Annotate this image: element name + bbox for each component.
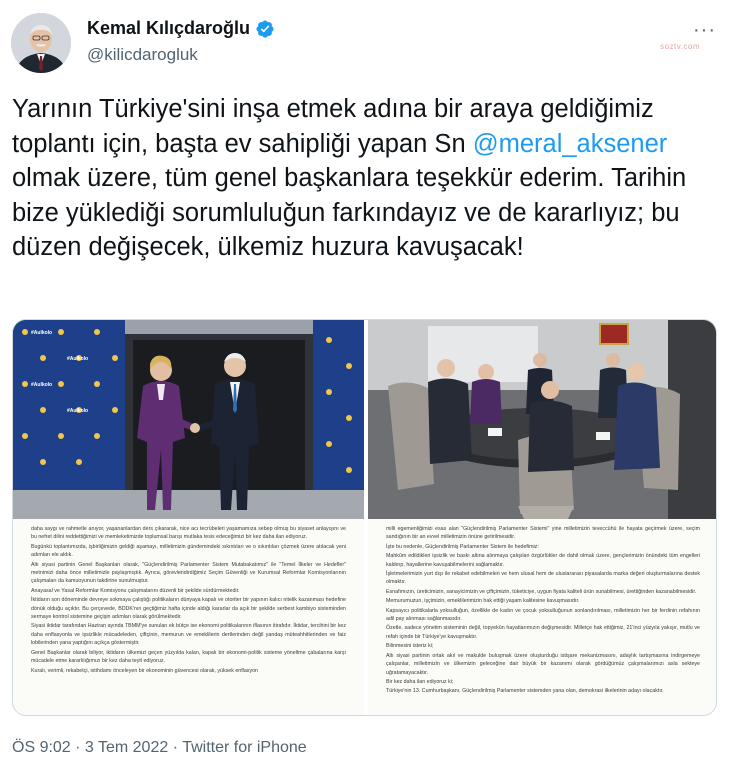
photo-handshake[interactable]: #Aulkolo #Aulkolo #Aulkolo #Aulkolo xyxy=(13,320,364,519)
media-grid[interactable]: #Aulkolo #Aulkolo #Aulkolo #Aulkolo daha… xyxy=(12,319,717,716)
doc-paragraph: Altı siyasi partinin ortak akıl ve makul… xyxy=(386,652,700,676)
doc-paragraph: Bugünkü toplantımızda, işbirliğimizin ge… xyxy=(31,543,346,559)
backdrop-hashtag: #Aulkolo xyxy=(31,330,52,336)
doc-paragraph: Kapsayıcı politikalarla yoksulluğun, öze… xyxy=(386,607,700,623)
mention-link[interactable]: @meral_aksener xyxy=(473,130,668,158)
doc-paragraph: Kuralı, verimli, rekabetçi, istihdamı ön… xyxy=(31,667,258,674)
doc-paragraph: Özetle, sadece yönetim sisteminin değil,… xyxy=(386,625,700,640)
tweet-meta: ÖS 9:02 · 3 Tem 2022 · Twitter for iPhon… xyxy=(12,739,307,757)
tweet-text-part: olmak üzere, tüm genel başkanlara teşekk… xyxy=(12,164,687,261)
doc-paragraph: Türkiye'nin 13. Cumhurbaşkanı, Güçlendir… xyxy=(386,688,664,695)
verified-badge-icon xyxy=(256,19,274,38)
doc-paragraph: Siyasi iktidar tarafından Haziran ayında… xyxy=(31,623,346,647)
doc-paragraph: daha saygı ve rahmetle anıyor, yaşananla… xyxy=(31,526,346,541)
doc-paragraph: Bilinmesini isteriz ki; xyxy=(386,643,434,650)
doc-paragraph: İşte bu nedenle, Güçlendirilmiş Parlamen… xyxy=(386,543,539,550)
more-options-icon[interactable]: ··· xyxy=(693,20,716,40)
doc-paragraph: Esnafımızın, üreticimizin, sanayicimizin… xyxy=(386,588,697,595)
tweet-source[interactable]: Twitter for iPhone xyxy=(182,739,307,756)
author-name-row[interactable]: Kemal Kılıçdaroğlu xyxy=(87,18,275,39)
photo-meeting[interactable] xyxy=(368,320,716,519)
backdrop-hashtag: #Aulkolo xyxy=(31,382,52,388)
doc-paragraph: İktidarın son döneminde devreye sokmaya … xyxy=(31,597,346,621)
statement-page-left[interactable]: daha saygı ve rahmetle anıyor, yaşananla… xyxy=(13,519,364,715)
tweet-text: Yarının Türkiye'sini inşa etmek adına bi… xyxy=(12,92,724,265)
doc-paragraph: milli egemenliğimizi esas alan "Güçlendi… xyxy=(386,526,700,541)
doc-paragraph: Bir kez daha ilan ediyoruz ki; xyxy=(386,678,454,685)
doc-paragraph: Anayasal ve Yasal Reformlar Komisyonu ça… xyxy=(31,587,240,594)
tweet-time[interactable]: ÖS 9:02 xyxy=(12,739,71,756)
statement-page-right[interactable]: milli egemenliğimizi esas alan "Güçlendi… xyxy=(368,519,716,715)
meta-separator: · xyxy=(70,739,85,756)
meta-separator: · xyxy=(168,739,183,756)
watermark: soztv.com xyxy=(660,42,700,51)
doc-paragraph: Genel Başkanlar olarak biliyor, iktidarı… xyxy=(31,649,346,665)
doc-paragraph: İşletmelerimizin yurt dışı ile rekabet e… xyxy=(386,571,700,586)
doc-paragraph: Mahkûm edildikleri işsizlik ve baskı alt… xyxy=(386,553,700,568)
avatar[interactable] xyxy=(11,13,71,73)
author-handle[interactable]: @kilicdarogluk xyxy=(87,45,198,65)
backdrop-hashtag: #Aulkolo xyxy=(67,356,88,362)
backdrop-hashtag: #Aulkolo xyxy=(67,408,88,414)
doc-paragraph: Altı siyasi partinin Genel Başkanları ol… xyxy=(31,561,346,585)
author-name[interactable]: Kemal Kılıçdaroğlu xyxy=(87,18,250,39)
doc-paragraph: Memurumuzun, işçimizin, emeklilerimizin … xyxy=(386,598,580,605)
tweet-date[interactable]: 3 Tem 2022 xyxy=(85,739,168,756)
